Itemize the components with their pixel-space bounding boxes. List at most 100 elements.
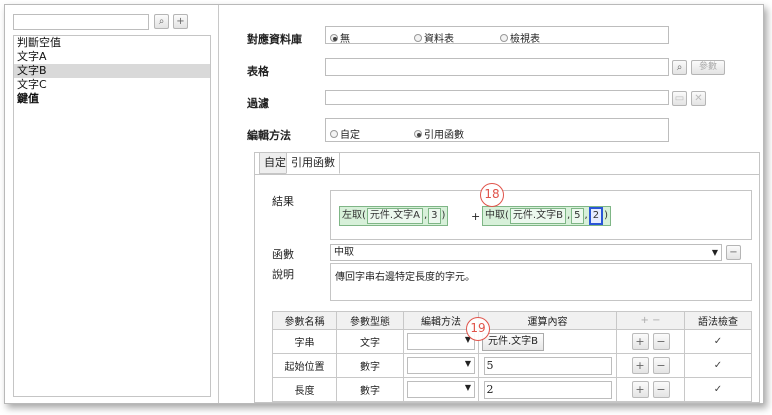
minus-icon[interactable]: − (652, 333, 670, 350)
method-select[interactable]: ▼ (407, 357, 475, 374)
folder-icon[interactable]: ▭ (672, 91, 687, 106)
param-name: 長度 (272, 377, 337, 402)
col-header: 運算內容 (478, 311, 617, 330)
list-item[interactable]: 判斷空值 (14, 36, 210, 50)
description-label: 說明 (272, 268, 294, 281)
db-radio-group: 無 資料表 檢視表 (325, 26, 669, 45)
param-method-cell: ▼ (403, 353, 479, 378)
variable-list: 判斷空值 文字A 文字B 文字C 鍵值 (13, 35, 211, 397)
edit-method-custom[interactable]: 自定 (330, 126, 360, 141)
db-label: 對應資料庫 (247, 33, 302, 46)
radio-label: 資料表 (424, 34, 454, 45)
function-select-value: 中取 (334, 247, 354, 258)
right-panel: 對應資料庫 無 資料表 檢視表 表格 ⌕ 參數 過濾 ▭ ✕ 編輯方法 自定 引… (220, 5, 763, 403)
list-item[interactable]: 文字C (14, 78, 210, 92)
separator: , (423, 210, 428, 221)
close-paren: ) (604, 210, 608, 221)
param-content-cell: 5 (478, 353, 617, 378)
separator: , (584, 210, 588, 221)
table-row: 起始位置 數字 ▼ 5 + − ✓ (272, 353, 752, 378)
param-content-cell: 2 (478, 377, 617, 402)
step-marker-18: 18 (480, 183, 504, 207)
col-header: 參數名稱 (272, 311, 337, 330)
radio-label: 自定 (340, 130, 360, 141)
content-input[interactable]: 5 (483, 356, 612, 375)
check-icon: ✓ (684, 377, 752, 402)
function-select[interactable]: 中取 ▼ (330, 244, 722, 261)
left-search-row: ⌕ + (13, 14, 193, 30)
chevron-down-icon: ▼ (711, 248, 718, 257)
param-actions: + − (616, 329, 685, 354)
table-input[interactable] (325, 58, 669, 76)
radio-label: 無 (340, 34, 350, 45)
minus-icon[interactable]: − (652, 357, 670, 374)
result-expression-box[interactable]: 左取(元件.文字A, 3) + 中取(元件.文字B, 5, 2) (330, 190, 752, 240)
radio-icon (500, 33, 508, 42)
check-icon: ✓ (684, 329, 752, 354)
content-input[interactable]: 2 (483, 380, 612, 399)
separator: , (566, 210, 571, 221)
check-icon: ✓ (684, 353, 752, 378)
description-box: 傳回字串右邊特定長度的字元。 (330, 263, 752, 301)
radio-selected-icon (414, 129, 422, 138)
db-radio-none[interactable]: 無 (330, 30, 350, 45)
db-radio-view[interactable]: 檢視表 (500, 30, 540, 45)
window-frame: ⌕ + 判斷空值 文字A 文字B 文字C 鍵值 對應資料庫 無 資料表 檢視表 … (4, 4, 764, 404)
arg-chip[interactable]: 元件.文字B (509, 208, 566, 224)
radio-icon (414, 33, 422, 42)
function-label: 函數 (272, 248, 294, 261)
table-label: 表格 (247, 65, 269, 78)
step-marker-19: 19 (466, 317, 490, 341)
radio-icon (330, 129, 338, 138)
tab-function[interactable]: 引用函數 (286, 152, 340, 174)
table-search-icon[interactable]: ⌕ (672, 60, 687, 75)
content-chip[interactable]: 元件.文字B (482, 332, 545, 351)
left-panel: ⌕ + 判斷空值 文字A 文字B 文字C 鍵值 (5, 5, 219, 403)
filter-label: 過濾 (247, 97, 269, 110)
tab-divider (255, 174, 759, 175)
db-radio-table[interactable]: 資料表 (414, 30, 454, 45)
edit-method-label: 編輯方法 (247, 129, 291, 142)
param-name: 字串 (272, 329, 337, 354)
list-item[interactable]: 文字A (14, 50, 210, 64)
param-method-cell: ▼ (403, 377, 479, 402)
search-icon[interactable]: ⌕ (154, 14, 169, 29)
col-header: + − (616, 311, 685, 330)
result-label: 結果 (272, 195, 294, 208)
left-function-chip[interactable]: 左取(元件.文字A, 3) (339, 206, 449, 226)
params-button[interactable]: 參數 (691, 60, 725, 75)
list-item-selected[interactable]: 文字B (14, 64, 210, 78)
arg-chip[interactable]: 元件.文字A (366, 208, 423, 224)
list-item[interactable]: 鍵值 (14, 92, 210, 106)
method-select[interactable]: ▼ (407, 381, 475, 398)
param-actions: + − (616, 377, 685, 402)
left-search-input[interactable] (13, 14, 149, 30)
chevron-down-icon: ▼ (464, 359, 471, 368)
param-content-cell: 元件.文字B (478, 329, 617, 354)
arg-chip-selected[interactable]: 2 (588, 207, 604, 225)
edit-method-function[interactable]: 引用函數 (414, 126, 464, 141)
arg-chip[interactable]: 3 (428, 208, 441, 224)
plus-icon[interactable]: + (631, 333, 649, 350)
clear-icon[interactable]: ✕ (691, 91, 706, 106)
param-type: 文字 (336, 329, 404, 354)
param-actions: + − (616, 353, 685, 378)
plus-icon[interactable]: + (631, 357, 649, 374)
chevron-down-icon: ▼ (464, 383, 471, 392)
plus-operator: + (471, 210, 481, 223)
arg-chip[interactable]: 5 (571, 208, 584, 224)
parameter-table: 參數名稱 參數型態 編輯方法 運算內容 + − 語法檢查 字串 文字 ▼ 元件.… (272, 311, 752, 402)
plus-icon[interactable]: + (631, 381, 649, 398)
collapse-icon[interactable]: − (726, 245, 741, 260)
add-icon[interactable]: + (173, 14, 188, 29)
table-row: 字串 文字 ▼ 元件.文字B + − ✓ (272, 329, 752, 354)
function-name: 中取( (485, 210, 509, 221)
close-paren: ) (441, 210, 446, 221)
radio-label: 檢視表 (510, 34, 540, 45)
method-select[interactable]: ▼ (407, 333, 475, 350)
mid-function-chip[interactable]: 中取(元件.文字B, 5, 2) (482, 206, 611, 226)
filter-input[interactable] (325, 90, 669, 105)
param-name: 起始位置 (272, 353, 337, 378)
minus-icon[interactable]: − (652, 381, 670, 398)
radio-label: 引用函數 (424, 130, 464, 141)
